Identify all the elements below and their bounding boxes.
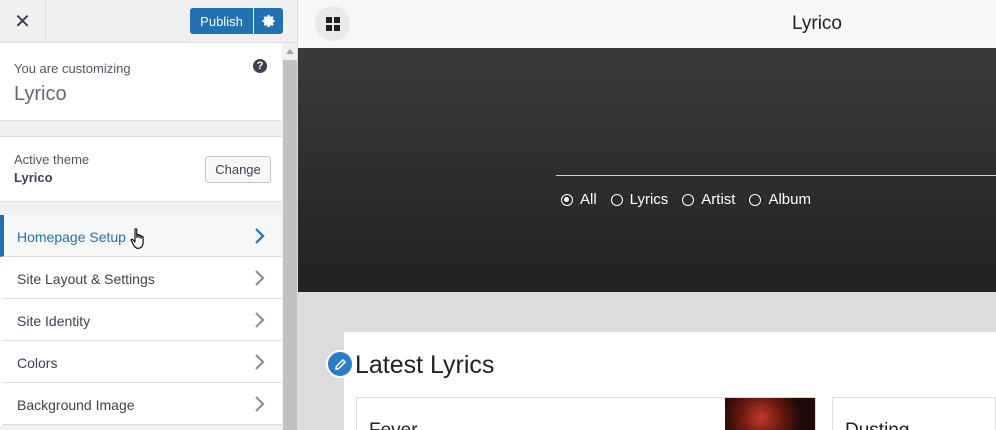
menu-item-background-image[interactable]: Background Image — [0, 383, 282, 425]
menu-item-label: Colors — [17, 355, 58, 371]
customizer-sidebar: ✕ Publish You are customizing Lyrico ? A… — [0, 0, 298, 430]
customizing-info: You are customizing Lyrico ? — [0, 43, 282, 121]
hero-search-section: All Lyrics Artist Album — [298, 48, 996, 292]
publish-button[interactable]: Publish — [190, 8, 253, 34]
radio-unchecked-icon — [749, 193, 762, 206]
chevron-right-icon — [255, 312, 265, 328]
menu-item-label: Site Identity — [17, 313, 91, 329]
menu-item-site-identity[interactable]: Site Identity — [0, 299, 282, 341]
menu-item-site-layout[interactable]: Site Layout & Settings — [0, 257, 282, 299]
lyric-card[interactable]: Fever — [356, 397, 816, 430]
chevron-right-icon — [255, 396, 265, 412]
lyric-card[interactable]: Dusting — [832, 397, 996, 430]
search-filter-group: All Lyrics Artist Album — [561, 191, 825, 208]
site-title[interactable]: Lyrico — [792, 13, 842, 35]
lyric-card-title[interactable]: Dusting — [845, 420, 909, 430]
customizing-site-title: Lyrico — [14, 83, 67, 105]
filter-label: Album — [768, 191, 811, 208]
edit-pencil-icon[interactable] — [326, 350, 354, 378]
hand-cursor-icon — [130, 228, 144, 249]
menu-item-label: Background Image — [17, 397, 135, 413]
filter-label: Lyrics — [629, 191, 669, 208]
help-icon[interactable]: ? — [253, 59, 267, 73]
sidebar-scrollbar[interactable] — [283, 60, 297, 430]
preview-header: Lyrico — [298, 0, 996, 48]
site-preview: Lyrico All Lyrics Artist Album Latest Ly… — [298, 0, 996, 430]
change-theme-button[interactable]: Change — [205, 156, 271, 183]
menu-item-label: Homepage Setup — [17, 229, 126, 245]
filter-option-album[interactable]: Album — [749, 191, 811, 208]
gear-icon[interactable] — [254, 8, 283, 34]
active-theme-panel: Active theme Lyrico Change — [0, 136, 282, 202]
filter-option-all[interactable]: All — [561, 191, 597, 208]
customizing-label: You are customizing — [14, 61, 131, 76]
filter-label: All — [580, 191, 597, 208]
active-theme-label: Active theme — [14, 152, 90, 167]
chevron-right-icon — [255, 354, 265, 370]
filter-option-artist[interactable]: Artist — [682, 191, 735, 208]
lyric-card-thumbnail[interactable] — [725, 398, 815, 430]
active-theme-name: Lyrico — [14, 170, 53, 185]
radio-checked-icon — [561, 193, 573, 206]
search-input-underline[interactable] — [556, 175, 996, 176]
radio-unchecked-icon — [610, 193, 623, 206]
chevron-right-icon — [255, 228, 265, 244]
grid-menu-icon[interactable] — [315, 6, 350, 41]
filter-option-lyrics[interactable]: Lyrics — [610, 191, 669, 208]
lyric-card-title[interactable]: Fever — [369, 420, 418, 430]
menu-item-colors[interactable]: Colors — [0, 341, 282, 383]
close-icon[interactable]: ✕ — [0, 0, 46, 42]
chevron-right-icon — [255, 270, 265, 286]
radio-unchecked-icon — [682, 193, 695, 206]
section-title: Latest Lyrics — [355, 351, 495, 379]
menu-item-label: Site Layout & Settings — [17, 271, 155, 287]
filter-label: Artist — [701, 191, 736, 208]
scrollbar-up-arrow[interactable] — [283, 43, 297, 60]
customizer-header: ✕ Publish — [0, 0, 297, 43]
